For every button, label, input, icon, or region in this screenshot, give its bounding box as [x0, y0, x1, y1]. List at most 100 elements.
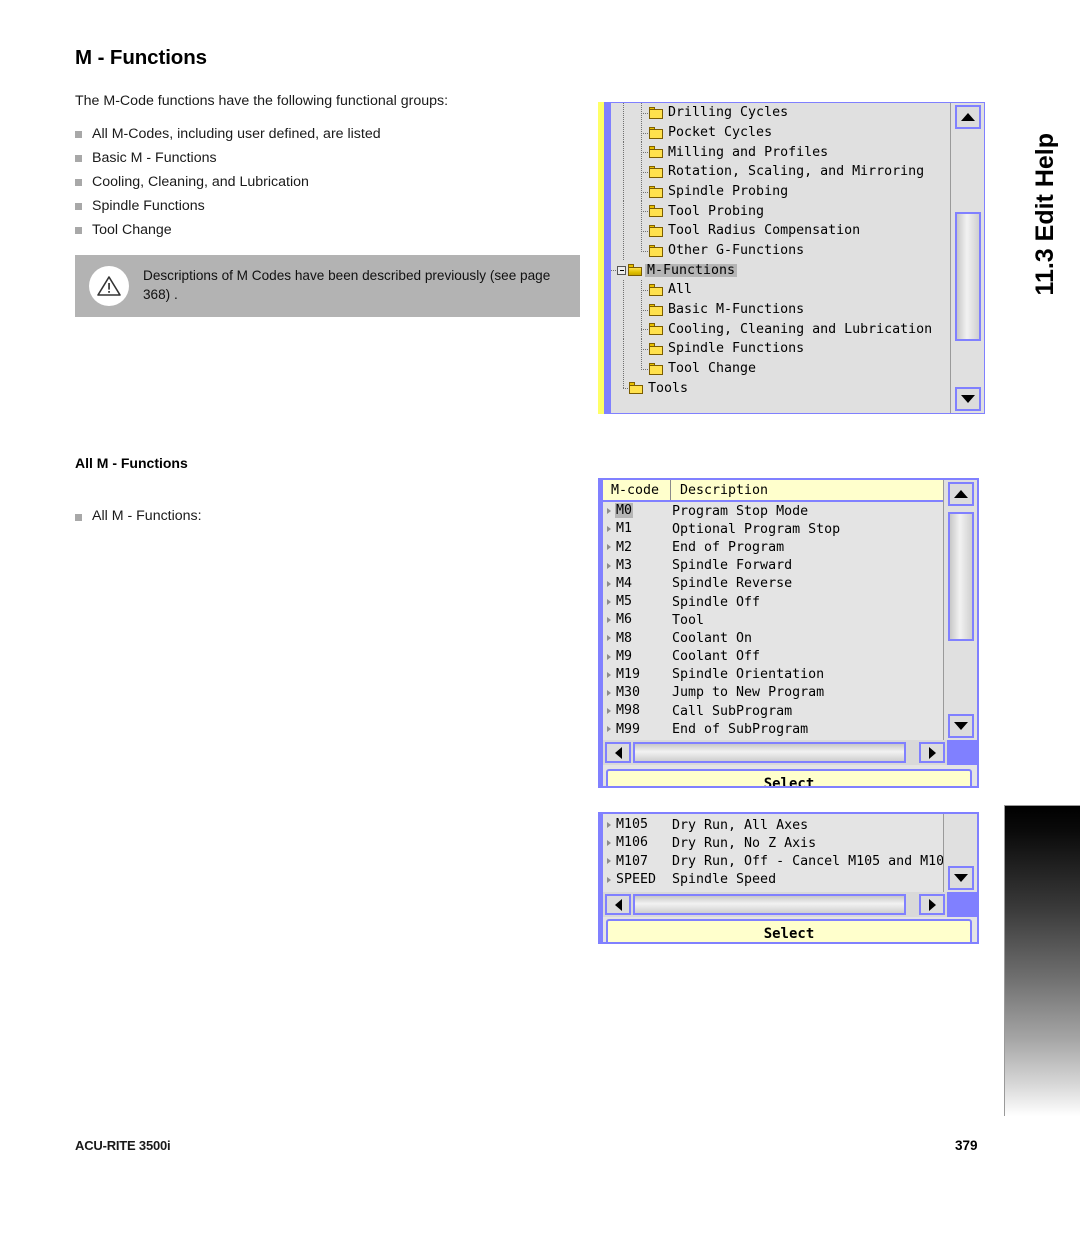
table-body[interactable]: M105 Dry Run, All Axes M106 Dry Run, No Z A… [603, 816, 943, 892]
tree-item-tools[interactable]: Tools [611, 378, 950, 399]
tree-item-drilling-cycles[interactable]: Drilling Cycles [611, 103, 950, 123]
hscroll-track[interactable] [633, 742, 917, 763]
scroll-right-button[interactable] [919, 742, 945, 763]
scroll-up-button[interactable] [948, 482, 974, 506]
scroll-left-button[interactable] [605, 742, 631, 763]
tree-item-pocket-cycles[interactable]: Pocket Cycles [611, 122, 950, 143]
tree-item-label: Drilling Cycles [668, 105, 789, 121]
table-vertical-scrollbar[interactable] [943, 480, 977, 740]
cell-mcode-value: M106 [616, 835, 649, 851]
scroll-down-button[interactable] [948, 866, 974, 890]
tree-item-spindle-functions[interactable]: Spindle Functions [611, 339, 950, 359]
table-row[interactable]: M0 Program Stop Mode [603, 502, 943, 520]
row-marker-icon [603, 726, 615, 733]
tree-item-tool-radius-compensation[interactable]: Tool Radius Compensation [611, 221, 950, 241]
cell-mcode-value: M19 [616, 666, 641, 682]
select-button[interactable]: Select [606, 919, 972, 942]
table-row[interactable]: M6 Tool [603, 611, 943, 629]
cell-mcode: M98 [615, 703, 672, 719]
scroll-up-button[interactable] [955, 105, 981, 129]
scrollbar-corner [947, 892, 977, 917]
tree-panel: Drilling Cycles Pocket Cycles Milling and … [611, 102, 985, 414]
cell-mcode: SPEED [615, 872, 672, 888]
tree-connector [611, 280, 649, 300]
tree-item-cooling-cleaning-and-lubrication[interactable]: Cooling, Cleaning and Lubrication [611, 319, 950, 340]
table-horizontal-scrollbar[interactable] [603, 892, 977, 917]
table-row[interactable]: M9 Coolant Off [603, 648, 943, 666]
cell-mcode-value: M1 [616, 521, 633, 537]
scroll-down-button[interactable] [955, 387, 981, 411]
folder-open-icon [628, 264, 643, 277]
cell-mcode: M9 [615, 649, 672, 665]
table-row[interactable]: M8 Coolant On [603, 629, 943, 647]
tree-connector [611, 299, 649, 320]
table-row[interactable]: M1 Optional Program Stop [603, 520, 943, 538]
table-row[interactable]: M4 Spindle Reverse [603, 575, 943, 593]
row-marker-icon [603, 671, 615, 678]
list-item: Tool Change [75, 219, 595, 243]
folder-icon [649, 185, 664, 198]
table-horizontal-scrollbar[interactable] [603, 740, 977, 765]
scroll-down-button[interactable] [948, 714, 974, 738]
table-row[interactable]: M3 Spindle Forward [603, 557, 943, 575]
table-body[interactable]: M0 Program Stop Mode M1 Optional Program St… [603, 502, 943, 740]
table-vertical-scrollbar[interactable] [943, 814, 977, 892]
tree-item-label: M-Functions [645, 262, 738, 278]
tree-collapse-expander-icon[interactable] [617, 265, 626, 275]
scroll-right-button[interactable] [919, 894, 945, 915]
cell-mcode-value: M4 [616, 576, 633, 592]
scrollbar-thumb[interactable] [955, 211, 981, 341]
row-marker-icon [603, 858, 615, 865]
table-row[interactable]: M19 Spindle Orientation [603, 666, 943, 684]
hscrollbar-thumb[interactable] [633, 742, 906, 763]
table-row[interactable]: SPEED Spindle Speed [603, 871, 943, 889]
tree-item-tool-change[interactable]: Tool Change [611, 358, 950, 379]
cell-mcode: M106 [615, 835, 672, 851]
cell-mcode: M0 [615, 503, 672, 519]
row-marker-icon [603, 599, 615, 606]
row-marker-icon [603, 617, 615, 624]
table-row[interactable]: M99 End of SubProgram [603, 720, 943, 738]
tree-item-spindle-probing[interactable]: Spindle Probing [611, 181, 950, 202]
tree-list[interactable]: Drilling Cycles Pocket Cycles Milling and … [611, 103, 950, 413]
cell-mcode: M107 [615, 854, 672, 870]
table-row[interactable]: M2 End of Program [603, 538, 943, 556]
hscrollbar-thumb[interactable] [633, 894, 906, 915]
cell-description: Call SubProgram [672, 703, 793, 719]
cell-mcode: M4 [615, 576, 672, 592]
list-item-label: All M-Codes, including user defined, are… [92, 126, 381, 143]
scrollbar-thumb[interactable] [948, 512, 974, 642]
cell-mcode: M2 [615, 540, 672, 556]
scroll-left-button[interactable] [605, 894, 631, 915]
hscroll-track[interactable] [633, 894, 917, 915]
tree-item-milling-and-profiles[interactable]: Milling and Profiles [611, 142, 950, 163]
table-row[interactable]: M30 Jump to New Program [603, 684, 943, 702]
tree-item-m-functions[interactable]: M-Functions [611, 261, 950, 281]
cell-description: End of SubProgram [672, 721, 809, 737]
tree-item-basic-m-functions[interactable]: Basic M-Functions [611, 299, 950, 320]
cell-mcode-value: M107 [616, 853, 649, 869]
table-row[interactable]: M98 Call SubProgram [603, 702, 943, 720]
table-frame: M105 Dry Run, All Axes M106 Dry Run, No Z A… [601, 812, 979, 944]
chapter-tab: 11.3 Edit Help [1022, 36, 1068, 296]
table-row[interactable]: M5 Spindle Off [603, 593, 943, 611]
tree-item-rotation-scaling-and-mirroring[interactable]: Rotation, Scaling, and Mirroring [611, 162, 950, 182]
cell-mcode: M105 [615, 817, 672, 833]
functional-groups-list: All M-Codes, including user defined, are… [75, 123, 595, 242]
tree-vertical-scrollbar[interactable] [950, 103, 984, 413]
select-button[interactable]: Select [606, 769, 972, 786]
table-row[interactable]: M107 Dry Run, Off - Cancel M105 and M10 [603, 852, 943, 870]
table-row[interactable]: M105 Dry Run, All Axes [603, 816, 943, 834]
row-marker-icon [603, 508, 615, 515]
tree-item-other-g-functions[interactable]: Other G-Functions [611, 240, 950, 261]
cell-mcode-value: M3 [616, 557, 633, 573]
intro-paragraph: The M-Code functions have the following … [75, 93, 449, 109]
table-row[interactable]: M106 Dry Run, No Z Axis [603, 834, 943, 852]
row-marker-icon [603, 635, 615, 642]
cell-description: End of Program [672, 539, 785, 555]
tree-item-label: Milling and Profiles [668, 144, 829, 160]
row-marker-icon [603, 544, 615, 551]
tree-item-tool-probing[interactable]: Tool Probing [611, 201, 950, 222]
tree-item-all[interactable]: All [611, 280, 950, 300]
list-item-label: Cooling, Cleaning, and Lubrication [92, 173, 309, 190]
